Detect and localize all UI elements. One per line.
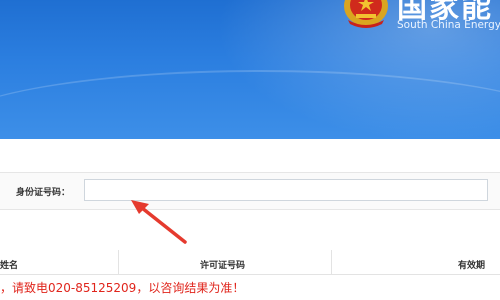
search-row: 身份证号码： (0, 172, 500, 210)
national-emblem-icon (344, 0, 388, 28)
column-header-name: 姓名 (0, 261, 19, 271)
pointer-arrow-icon (131, 200, 187, 244)
header-banner: 国家能 South China Energy (0, 0, 500, 139)
banner-sweep (0, 70, 500, 139)
brand-title-en: South China Energy (397, 19, 500, 31)
results-table-header: 姓名 许可证号码 有效期 (0, 250, 500, 275)
column-divider (118, 250, 119, 274)
contact-notice: ，请致电020-85125209，以咨询结果为准！ (0, 281, 245, 295)
column-header-valid-until: 有效期 (458, 261, 486, 271)
id-number-label: 身份证号码： (16, 188, 71, 198)
column-header-license-number: 许可证号码 (200, 261, 246, 271)
column-divider (331, 250, 332, 274)
